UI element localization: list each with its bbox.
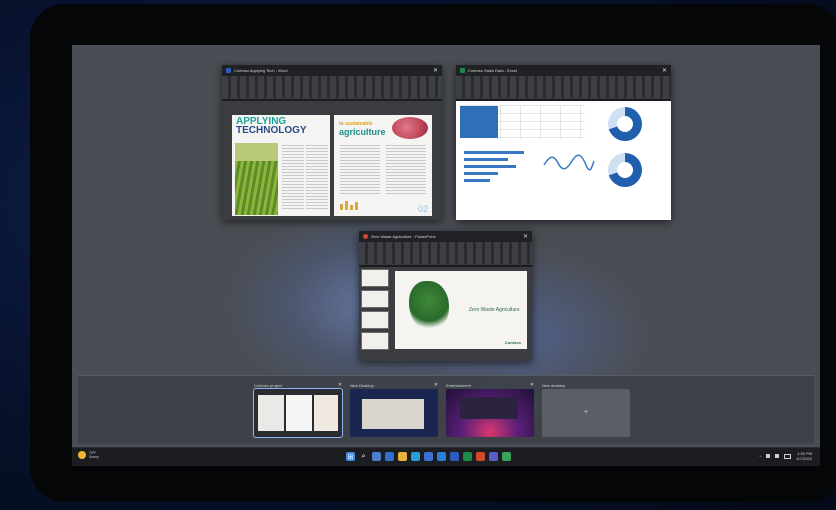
close-icon[interactable]: ✕: [433, 67, 438, 74]
text-column: [386, 145, 426, 195]
word-icon: [226, 68, 231, 73]
chevron-up-icon[interactable]: ^: [760, 454, 762, 459]
taskbar: 75°F Sunny ⊞ ⌕ ^ 1:30 PM 4/7/2022: [72, 447, 820, 466]
desktop-thumbnail: [350, 389, 438, 437]
clock-date: 4/7/2022: [796, 456, 812, 461]
slide-thumbnail[interactable]: [361, 332, 389, 350]
slide-title: Zero Waste Agriculture: [469, 307, 520, 313]
powerpoint-editor: Zero Waste Agriculture Contoso: [359, 267, 532, 361]
excel-icon[interactable]: [463, 452, 472, 461]
desktop-new-desktop[interactable]: New Desktop ✕: [350, 381, 438, 437]
plant-photo: [409, 281, 449, 331]
powerpoint-icon[interactable]: [476, 452, 485, 461]
slide-brand: Contoso: [504, 340, 521, 345]
app-icon[interactable]: [502, 452, 511, 461]
search-icon[interactable]: ⌕: [359, 452, 368, 461]
excel-title-bar[interactable]: Contoso Sales Data - Excel ✕: [456, 65, 671, 76]
widgets-icon[interactable]: [385, 452, 394, 461]
word-icon[interactable]: [450, 452, 459, 461]
word-ribbon: [222, 76, 442, 99]
document-headline-right: to sustainable agriculture: [339, 120, 386, 137]
spreadsheet-area: [456, 101, 671, 220]
headline-right: agriculture: [339, 127, 386, 137]
close-icon[interactable]: ✕: [662, 67, 667, 74]
word-window[interactable]: Contoso Applying Tech - Word ✕ APPLYING …: [222, 65, 442, 220]
powerpoint-window[interactable]: Zero Waste Agriculture - PowerPoint ✕ Ze…: [359, 231, 532, 361]
desktop-label: New desktop: [542, 382, 566, 388]
text-column: [340, 145, 380, 195]
desktop-label: Entertainment: [446, 382, 471, 388]
text-column: [282, 145, 304, 211]
desktop-thumbnail: +: [542, 389, 630, 437]
system-tray: ^ 1:30 PM 4/7/2022: [760, 451, 812, 461]
slide-thumbnail[interactable]: [361, 290, 389, 308]
weather-widget[interactable]: 75°F Sunny: [78, 451, 99, 459]
mail-icon[interactable]: [437, 452, 446, 461]
vineyard-photo: [235, 143, 278, 215]
bar-chart-graphic: [464, 151, 524, 186]
page-number: 02: [417, 204, 428, 214]
slide-thumbnails[interactable]: [361, 269, 389, 353]
close-icon[interactable]: ✕: [434, 382, 438, 388]
fruit-photo: [392, 117, 428, 139]
task-view-icon[interactable]: [372, 452, 381, 461]
battery-icon[interactable]: [784, 453, 792, 459]
close-icon[interactable]: ✕: [523, 233, 528, 240]
close-icon[interactable]: ✕: [338, 382, 342, 388]
desktop-contoso-project[interactable]: Contoso project ✕: [253, 381, 343, 438]
document-headline: APPLYING TECHNOLOGY: [236, 117, 307, 136]
word-document-area: APPLYING TECHNOLOGY to sustainable agric…: [222, 101, 442, 220]
document-page-right: to sustainable agriculture 02: [334, 115, 432, 216]
clock[interactable]: 1:30 PM 4/7/2022: [796, 451, 812, 461]
powerpoint-ribbon: [359, 242, 532, 265]
excel-ribbon: [456, 76, 671, 99]
powerpoint-title-bar[interactable]: Zero Waste Agriculture - PowerPoint ✕: [359, 231, 532, 242]
volume-icon[interactable]: [775, 454, 780, 458]
headline-line-2: TECHNOLOGY: [236, 125, 307, 136]
teams-icon[interactable]: [489, 452, 498, 461]
slide-thumbnail[interactable]: [361, 269, 389, 287]
excel-window[interactable]: Contoso Sales Data - Excel ✕: [456, 65, 671, 220]
header-column: [460, 106, 498, 138]
powerpoint-icon: [363, 234, 368, 239]
add-desktop-icon[interactable]: +: [542, 407, 630, 416]
slide-thumbnail[interactable]: [361, 311, 389, 329]
desktops-strip: Contoso project ✕ New Desktop ✕ Entertainm…: [78, 375, 814, 444]
taskbar-apps: ⊞ ⌕: [346, 452, 511, 461]
mini-bar-graphic: [340, 201, 358, 210]
desktop-entertainment[interactable]: Entertainment ✕: [446, 381, 534, 437]
line-chart-graphic: [543, 154, 595, 171]
desktop-label: Contoso project: [254, 382, 283, 388]
desktop-thumbnail: [446, 389, 534, 437]
text-column: [306, 145, 328, 211]
excel-window-title: Contoso Sales Data - Excel: [468, 68, 517, 73]
task-view-screen: Contoso Applying Tech - Word ✕ APPLYING …: [72, 45, 820, 466]
start-icon[interactable]: ⊞: [346, 452, 355, 461]
store-icon[interactable]: [424, 452, 433, 461]
donut-chart-graphic: [608, 153, 642, 187]
donut-chart-graphic: [608, 107, 642, 141]
desktop-thumbnail: [253, 388, 343, 438]
word-title-bar[interactable]: Contoso Applying Tech - Word ✕: [222, 65, 442, 76]
file-explorer-icon[interactable]: [398, 452, 407, 461]
edge-icon[interactable]: [411, 452, 420, 461]
current-slide[interactable]: Zero Waste Agriculture Contoso: [395, 271, 527, 349]
word-window-title: Contoso Applying Tech - Word: [234, 68, 288, 73]
excel-icon: [460, 68, 465, 73]
desktop-new-desktop-add[interactable]: New desktop +: [542, 381, 630, 437]
desktop-label: New Desktop: [350, 382, 374, 388]
wifi-icon[interactable]: [766, 454, 771, 458]
close-icon[interactable]: ✕: [530, 382, 534, 388]
powerpoint-window-title: Zero Waste Agriculture - PowerPoint: [371, 234, 436, 239]
weather-desc: Sunny: [89, 455, 99, 459]
sun-icon: [78, 451, 86, 459]
document-page-left: APPLYING TECHNOLOGY: [232, 115, 330, 216]
